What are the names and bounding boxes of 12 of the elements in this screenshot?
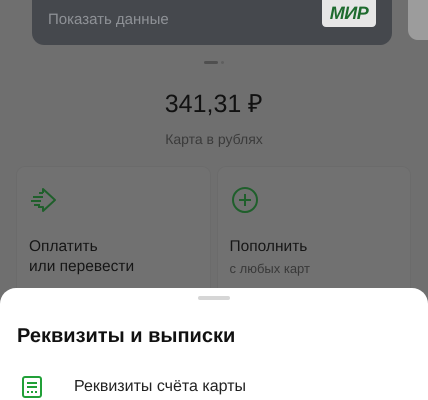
drag-handle[interactable] [198, 296, 230, 300]
balance-amount: 341,31 ₽ [164, 89, 264, 119]
sheet-title: Реквизиты и выписки [17, 325, 236, 348]
payment-system-logo: МИР [322, 0, 376, 27]
tile-title: Оплатить или перевести [29, 237, 136, 277]
next-card[interactable] [408, 0, 428, 40]
document-icon [22, 376, 42, 398]
tile-subtitle: с любых карт [230, 261, 311, 276]
tile-title: Пополнить [230, 237, 308, 257]
menu-item[interactable]: Реквизиты счёта карты [74, 378, 246, 396]
show-details-link[interactable]: Показать данные [48, 11, 169, 28]
bank-card[interactable]: Показать данные МИР [32, 0, 392, 45]
